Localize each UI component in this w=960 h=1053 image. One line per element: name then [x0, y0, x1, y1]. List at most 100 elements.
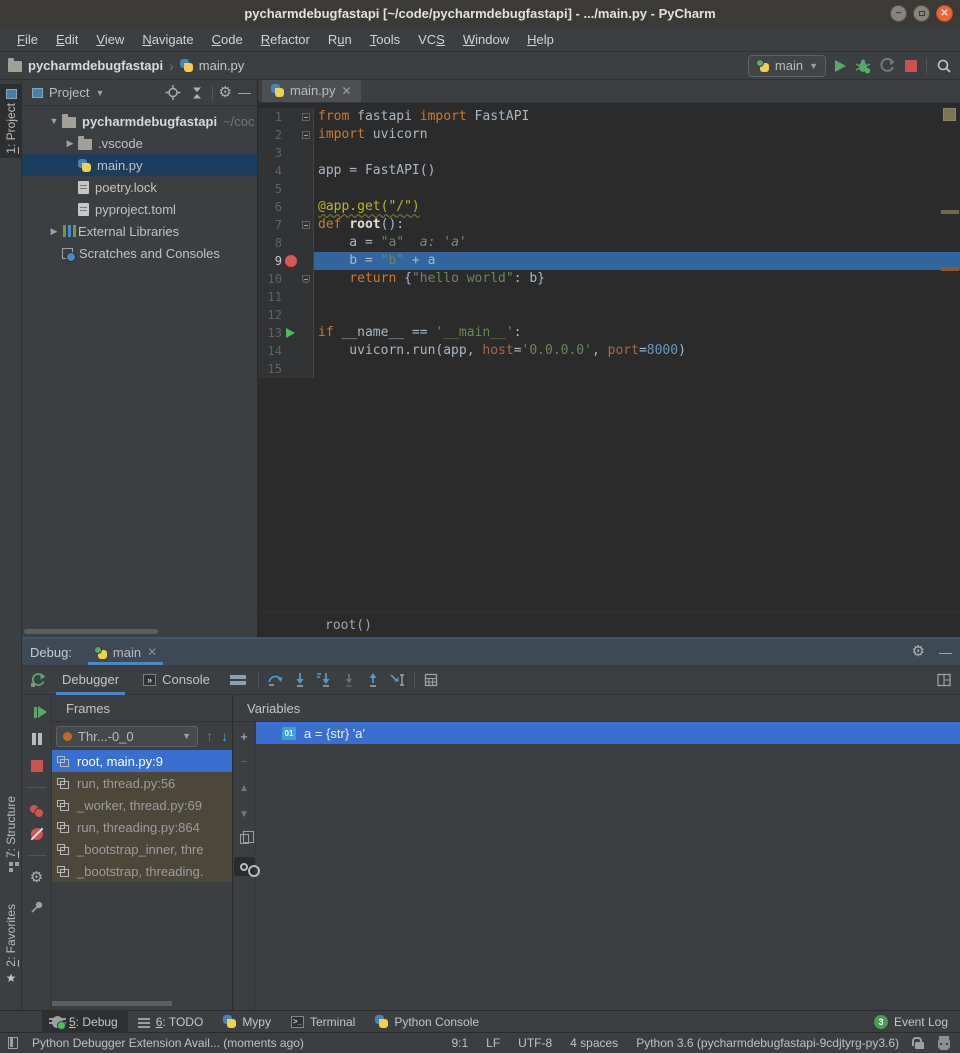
chevron-right-icon[interactable]: ▶ — [46, 226, 62, 237]
close-icon[interactable]: ✕ — [342, 84, 352, 98]
debug-session-tab[interactable]: main ✕ — [88, 639, 163, 665]
step-out-icon[interactable] — [365, 672, 381, 688]
code-line[interactable]: 2import uvicorn — [258, 126, 960, 144]
editor-tab-mainpy[interactable]: main.py ✕ — [262, 79, 361, 102]
tool-stripe-favorites[interactable]: 2: Favorites ★ — [0, 900, 22, 989]
minimize-button[interactable]: − — [890, 5, 907, 22]
horizontal-scrollbar[interactable] — [52, 1001, 172, 1006]
event-log-button[interactable]: 3Event Log — [874, 1015, 948, 1029]
code-line[interactable]: 3 — [258, 144, 960, 162]
code-line[interactable]: 14 uvicorn.run(app, host='0.0.0.0', port… — [258, 342, 960, 360]
remove-watch-button[interactable]: − — [241, 756, 247, 769]
frame-row[interactable]: root, main.py:9 — [52, 750, 232, 772]
restore-layout-icon[interactable] — [936, 672, 952, 688]
hide-panel-icon[interactable]: — — [939, 645, 952, 660]
menu-item-code[interactable]: Code — [203, 27, 252, 52]
stop-button[interactable] — [905, 60, 917, 72]
toolwindow-button-python-console[interactable]: Python Console — [365, 1011, 489, 1033]
layout-options-icon[interactable] — [230, 675, 246, 679]
toolwindow-switcher-icon[interactable] — [8, 1037, 18, 1049]
editor-gutter[interactable]: 8 — [258, 234, 314, 252]
tree-item--vscode[interactable]: ▶.vscode — [22, 132, 257, 154]
code-line[interactable]: 10 return {"hello world": b} — [258, 270, 960, 288]
coverage-icon[interactable] — [880, 58, 896, 74]
step-over-icon[interactable] — [267, 672, 284, 688]
toolwindow-button-terminal[interactable]: >_Terminal — [281, 1011, 365, 1033]
tab-console[interactable]: » Console — [135, 665, 218, 695]
step-into-icon[interactable] — [292, 672, 308, 688]
warning-stripe-mark[interactable] — [941, 210, 959, 214]
menu-item-tools[interactable]: Tools — [361, 27, 409, 52]
tab-debugger[interactable]: Debugger — [54, 665, 127, 695]
run-configuration-select[interactable]: main ▼ — [748, 55, 826, 77]
menu-item-edit[interactable]: Edit — [47, 27, 87, 52]
frame-row[interactable]: _bootstrap, threading. — [52, 860, 232, 882]
locate-file-icon[interactable] — [164, 85, 182, 100]
menu-item-vcs[interactable]: VCS — [409, 27, 454, 52]
editor-gutter[interactable]: 7 — [258, 216, 314, 234]
stop-button[interactable] — [31, 760, 43, 772]
error-stripe-mark[interactable] — [941, 267, 959, 271]
tree-item-external-libraries[interactable]: ▶External Libraries — [22, 220, 257, 242]
code-line[interactable]: 5 — [258, 180, 960, 198]
code-area[interactable]: 1from fastapi import FastAPI2import uvic… — [258, 103, 960, 612]
step-into-my-code-icon[interactable] — [316, 672, 333, 688]
fold-marker[interactable] — [300, 216, 313, 234]
breakpoint-icon[interactable] — [282, 252, 300, 270]
menu-item-help[interactable]: Help — [518, 27, 563, 52]
editor-gutter[interactable]: 15 — [258, 360, 314, 378]
hide-panel-icon[interactable]: — — [238, 85, 251, 100]
frame-row[interactable]: run, thread.py:56 — [52, 772, 232, 794]
editor-gutter[interactable]: 1 — [258, 108, 314, 126]
next-frame-button[interactable]: ↓ — [221, 728, 228, 744]
collapse-all-icon[interactable] — [188, 86, 206, 100]
maximize-button[interactable] — [913, 5, 930, 22]
inspection-indicator[interactable] — [943, 108, 956, 121]
menu-item-window[interactable]: Window — [454, 27, 518, 52]
pause-program-button[interactable] — [32, 733, 36, 745]
editor-gutter[interactable]: 3 — [258, 144, 314, 162]
menu-item-navigate[interactable]: Navigate — [133, 27, 202, 52]
duplicate-watch-button[interactable] — [240, 834, 249, 844]
horizontal-scrollbar[interactable] — [24, 629, 158, 634]
evaluate-expression-icon[interactable] — [423, 672, 439, 688]
status-item-0[interactable]: 9:1 — [451, 1036, 468, 1050]
debug-settings-icon[interactable]: ⚙ — [30, 871, 43, 885]
editor-gutter[interactable]: 4 — [258, 162, 314, 180]
code-line[interactable]: 12 — [258, 306, 960, 324]
editor-gutter[interactable]: 14 — [258, 342, 314, 360]
close-icon[interactable]: ✕ — [147, 645, 157, 659]
frame-row[interactable]: _bootstrap_inner, thre — [52, 838, 232, 860]
code-line[interactable]: 9 b = "b" + a — [258, 252, 960, 270]
tool-stripe-project[interactable]: 1: Project — [0, 84, 22, 158]
chevron-down-icon[interactable]: ▼ — [95, 88, 104, 98]
editor-gutter[interactable]: 11 — [258, 288, 314, 306]
menu-item-run[interactable]: Run — [319, 27, 361, 52]
breadcrumb-file[interactable]: main.py — [199, 58, 245, 73]
tree-item-pyproject-toml[interactable]: pyproject.toml — [22, 198, 257, 220]
status-message[interactable]: Python Debugger Extension Avail... (mome… — [32, 1036, 304, 1050]
fold-marker[interactable] — [300, 108, 313, 126]
editor-gutter[interactable]: 12 — [258, 306, 314, 324]
search-everywhere-icon[interactable] — [936, 58, 952, 74]
editor-gutter[interactable]: 10 — [258, 270, 314, 288]
editor-gutter[interactable]: 9 — [258, 252, 314, 270]
chevron-down-icon[interactable]: ▼ — [46, 116, 62, 126]
project-panel-title[interactable]: Project — [49, 85, 89, 100]
editor-gutter[interactable]: 2 — [258, 126, 314, 144]
menu-item-refactor[interactable]: Refactor — [252, 27, 319, 52]
gear-icon[interactable]: ⚙ — [219, 86, 232, 100]
debug-button[interactable] — [855, 58, 871, 74]
lock-icon[interactable] — [915, 1042, 924, 1049]
show-watches-toggle[interactable] — [234, 857, 255, 876]
code-line[interactable]: 4app = FastAPI() — [258, 162, 960, 180]
mute-breakpoints-button[interactable] — [31, 828, 43, 840]
chevron-right-icon[interactable]: ▶ — [62, 138, 78, 149]
move-up-button[interactable]: ▲ — [239, 782, 249, 795]
toolwindow-button-5-debug[interactable]: 5: Debug — [42, 1011, 128, 1033]
tree-item-scratches-and-consoles[interactable]: Scratches and Consoles — [22, 242, 257, 264]
previous-frame-button[interactable]: ↑ — [206, 728, 213, 744]
view-breakpoints-button[interactable] — [30, 805, 38, 813]
menu-item-view[interactable]: View — [87, 27, 133, 52]
pin-icon[interactable] — [30, 900, 44, 914]
